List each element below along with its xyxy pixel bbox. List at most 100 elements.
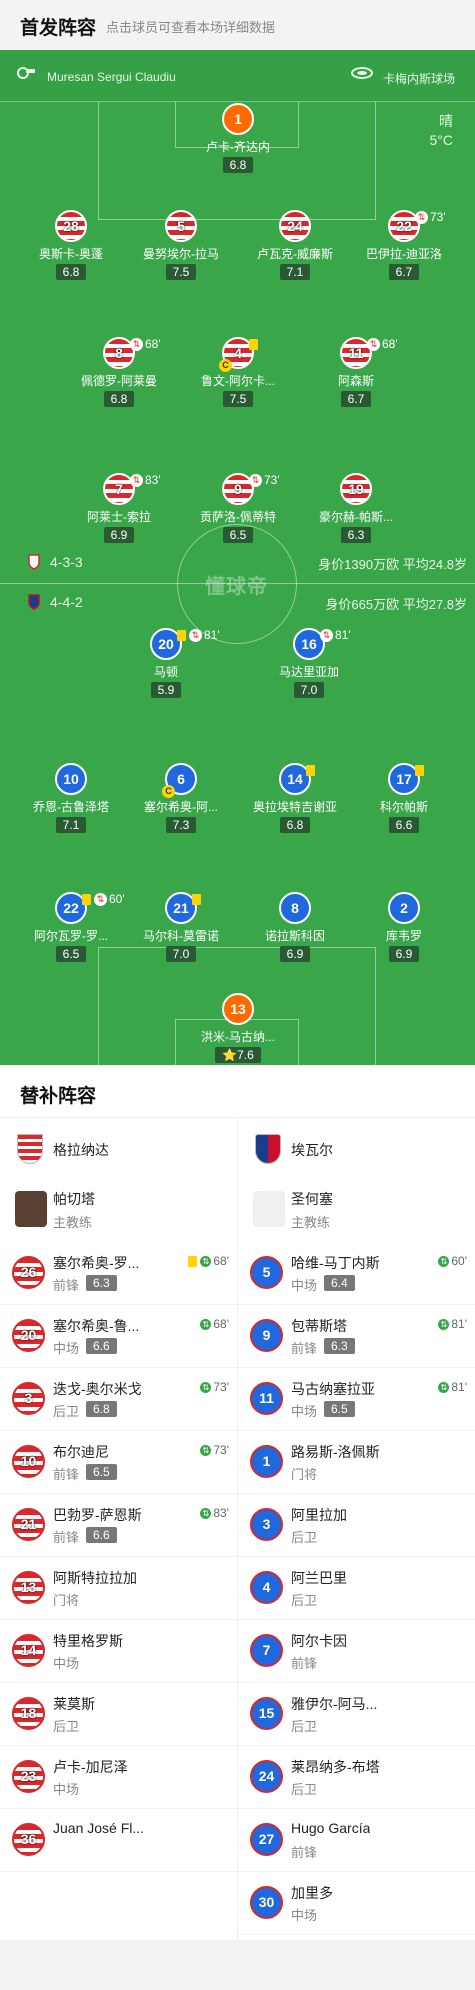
player-name: 诺拉斯科因	[264, 929, 325, 943]
sub-in-minute: 81'	[451, 1317, 467, 1331]
sub-player-row[interactable]: 27 Hugo García 前锋	[238, 1809, 475, 1872]
sub-player-number: 9	[250, 1319, 283, 1352]
player-name: 库韦罗	[385, 929, 422, 943]
away-player-2[interactable]: 2 库韦罗 6.9	[349, 892, 459, 963]
player-events: ⇅ 73'	[249, 473, 280, 488]
home-coach[interactable]: 帕切塔 主教练	[0, 1178, 237, 1242]
sub-out-icon: ⇅	[367, 338, 380, 352]
home-player-4[interactable]: 24 卢瓦克-威廉斯 7.1	[240, 210, 350, 281]
away-player-17[interactable]: 17 科尔帕斯 6.6	[349, 763, 459, 834]
sub-minute: 60'	[109, 892, 125, 906]
sub-player-row[interactable]: 24 莱昂纳多-布塔 后卫	[238, 1746, 475, 1809]
player-name: 鲁文-阿尔卡...	[201, 374, 275, 388]
player-name: 卢瓦克-威廉斯	[257, 247, 333, 261]
away-player-22[interactable]: 22 阿尔瓦罗-罗... 6.5 ⇅ 60'	[16, 892, 126, 963]
away-coach[interactable]: 圣何塞 主教练	[238, 1178, 475, 1242]
away-player-14[interactable]: 14 奥拉埃特吉谢亚 6.8	[240, 763, 350, 834]
sub-player-row[interactable]: 7 阿尔卡因 前锋	[238, 1620, 475, 1683]
player-number: 24	[279, 210, 311, 242]
home-player-6[interactable]: 8 佩德罗-阿莱曼 6.8 ⇅ 68'	[64, 337, 174, 408]
sub-player-name: Juan José Fl...	[53, 1820, 145, 1836]
player-rating: 6.9	[388, 946, 420, 962]
home-player-10[interactable]: 9 贡萨洛-佩蒂特 6.5 ⇅ 73'	[183, 473, 293, 544]
sub-player-name: 卢卡-加尼泽	[53, 1759, 128, 1775]
sub-player-row[interactable]: 3 阿里拉加 后卫	[238, 1494, 475, 1557]
sub-player-row[interactable]: 15 雅伊尔-阿马... 后卫	[238, 1683, 475, 1746]
sub-player-rating: 6.3	[324, 1338, 355, 1354]
sub-player-row[interactable]: 30 加里多 中场	[238, 1872, 475, 1935]
away-player-21[interactable]: 21 马尔科-莫雷诺 7.0	[126, 892, 236, 963]
home-player-11[interactable]: 19 豪尔赫-帕斯... 6.3	[301, 473, 411, 544]
player-rating: 6.5	[222, 527, 254, 543]
player-name: 科尔帕斯	[379, 800, 428, 814]
player-rating: 6.9	[103, 527, 135, 543]
sub-player-row[interactable]: 21 巴勃罗-萨恩斯 前锋 6.6 ⇅ 83'	[0, 1494, 237, 1557]
sub-in-icon: ⇅	[438, 1319, 450, 1331]
sub-player-number: 10	[12, 1445, 45, 1478]
away-player-13[interactable]: 13 洪米-马古纳... ⭐7.6	[183, 993, 293, 1064]
sub-player-row[interactable]: 9 包蒂斯塔 前锋 6.3 ⇅ 81'	[238, 1305, 475, 1368]
yellow-card-icon	[249, 339, 258, 351]
home-player-9[interactable]: 7 阿莱士-索拉 6.9 ⇅ 83'	[64, 473, 174, 544]
sub-player-name: 布尔迪尼	[53, 1444, 109, 1460]
sub-player-row[interactable]: 13 阿斯特拉拉加 门将	[0, 1557, 237, 1620]
stadium-icon	[351, 66, 373, 83]
home-player-2[interactable]: 28 奥斯卡-奥蓬 6.8	[16, 210, 126, 281]
player-rating: 7.1	[279, 264, 311, 280]
sub-player-row[interactable]: 18 莱莫斯 后卫	[0, 1683, 237, 1746]
sub-player-row[interactable]: 14 特里格罗斯 中场	[0, 1620, 237, 1683]
sub-player-row[interactable]: 20 塞尔希奥-鲁... 中场 6.6 ⇅ 68'	[0, 1305, 237, 1368]
sub-player-position: 后卫	[291, 1719, 318, 1734]
player-name: 佩德罗-阿莱曼	[81, 374, 157, 388]
sub-player-name: 莱莫斯	[53, 1696, 95, 1712]
weather-condition: 晴	[439, 113, 453, 129]
sub-minute: 81'	[204, 628, 220, 642]
away-player-16[interactable]: 16 马达里亚加 7.0 ⇅ 81'	[254, 628, 364, 699]
sub-player-row[interactable]: 3 迭戈-奥尔米戈 后卫 6.8 ⇅ 73'	[0, 1368, 237, 1431]
sub-player-row[interactable]: 5 哈维-马丁内斯 中场 6.4 ⇅ 60'	[238, 1242, 475, 1305]
coach-name: 圣何塞	[291, 1191, 333, 1207]
coach-avatar-placeholder-icon	[253, 1191, 285, 1227]
sub-player-number: 26	[12, 1256, 45, 1289]
home-player-7[interactable]: 4 C 鲁文-阿尔卡... 7.5	[183, 337, 293, 408]
sub-out-icon: ⇅	[249, 474, 262, 488]
player-rating: 6.7	[388, 264, 420, 280]
player-name: 乔恩-古鲁泽塔	[33, 800, 109, 814]
home-player-5[interactable]: 22 巴伊拉-迪亚洛 6.7 ⇅ 73'	[349, 210, 459, 281]
sub-player-name: 塞尔希奥-罗...	[53, 1255, 140, 1271]
captain-icon: C	[219, 359, 232, 372]
away-value: 身价665万欧 平均27.8岁	[325, 597, 467, 612]
away-formation-value: 4-4-2	[50, 594, 83, 610]
player-name: 阿森斯	[337, 374, 374, 388]
sub-events: ⇅ 60'	[438, 1254, 467, 1268]
sub-player-row[interactable]: 26 塞尔希奥-罗... 前锋 6.3 ⇅ 68'	[0, 1242, 237, 1305]
sub-player-row[interactable]: 11 马古纳塞拉亚 中场 6.5 ⇅ 81'	[238, 1368, 475, 1431]
sub-player-row[interactable]: 1 路易斯-洛佩斯 门将	[238, 1431, 475, 1494]
sub-player-name: 哈维-马丁内斯	[291, 1255, 380, 1271]
away-player-10[interactable]: 10 乔恩-古鲁泽塔 7.1	[16, 763, 126, 834]
sub-player-row[interactable]: 36 Juan José Fl...	[0, 1809, 237, 1872]
away-player-8[interactable]: 8 诺拉斯科因 6.9	[240, 892, 350, 963]
sub-in-minute: 68'	[213, 1254, 229, 1268]
home-player-3[interactable]: 5 曼努埃尔-拉马 7.5	[126, 210, 236, 281]
sub-player-name: 阿尔卡因	[291, 1633, 347, 1649]
away-player-6[interactable]: 6 C 塞尔希奥-阿... 7.3	[126, 763, 236, 834]
sub-in-minute: 73'	[213, 1443, 229, 1457]
sub-out-icon: ⇅	[415, 211, 428, 225]
sub-player-position: 中场	[291, 1404, 318, 1419]
sub-player-name: 塞尔希奥-鲁...	[53, 1318, 140, 1334]
player-rating: 6.8	[279, 817, 311, 833]
sub-player-row[interactable]: 4 阿兰巴里 后卫	[238, 1557, 475, 1620]
sub-player-position: 前锋	[53, 1278, 80, 1293]
home-player-1[interactable]: 1 卢卡-齐达内 6.8	[183, 103, 293, 174]
sub-player-row[interactable]: 23 卢卡-加尼泽 中场	[0, 1746, 237, 1809]
home-player-8[interactable]: 11 阿森斯 6.7 ⇅ 68'	[301, 337, 411, 408]
away-player-20[interactable]: 20 马顿 5.9 ⇅ 81'	[111, 628, 221, 699]
sub-player-row[interactable]: 10 布尔迪尼 前锋 6.5 ⇅ 73'	[0, 1431, 237, 1494]
player-events	[306, 763, 318, 777]
player-events	[415, 763, 427, 777]
match-meta-bar: Muresan Sergui Claudiu 卡梅内斯球场	[0, 50, 475, 102]
player-events: ⇅ 60'	[82, 892, 125, 907]
sub-player-position: 中场	[53, 1656, 80, 1671]
home-crest-icon	[28, 554, 40, 573]
